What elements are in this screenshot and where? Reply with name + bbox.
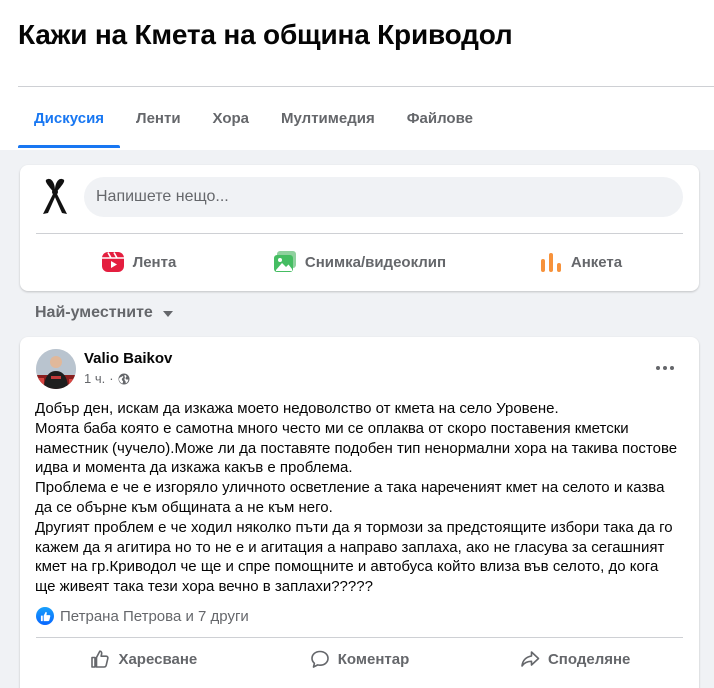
globe-icon[interactable] [118, 373, 130, 385]
share-arrow-icon [521, 651, 540, 667]
sort-label: Най-уместните [35, 304, 153, 321]
post-options-button[interactable] [647, 353, 683, 383]
header-divider [18, 86, 714, 87]
photo-video-label: Снимка/видеоклип [304, 253, 447, 271]
poll-label: Анкета [570, 253, 623, 271]
sort-dropdown[interactable]: Най-уместните [35, 304, 173, 322]
author-avatar[interactable] [36, 349, 76, 389]
meta-separator: · [109, 371, 114, 386]
reel-button[interactable]: Лента [28, 241, 249, 283]
photo-video-icon [273, 251, 296, 272]
post-line: идва и момента да изкажа какъв е проблем… [35, 459, 353, 477]
post-actions: Харесване Коментар Споделяне [36, 643, 683, 675]
reel-icon [101, 252, 124, 272]
post-line: Добър ден, искам да изкажа моето недовол… [35, 400, 559, 417]
post-divider [36, 637, 683, 638]
post-time[interactable]: 1 ч. [84, 371, 105, 386]
mourning-ribbon-icon [43, 178, 67, 214]
like-label: Харесване [118, 650, 198, 668]
post-meta: 1 ч. · [84, 371, 130, 386]
post-line: ще живеят така тези хора вечно в заплахи… [35, 578, 373, 596]
post-line: Проблема е че е изгоряло уличното осветл… [35, 479, 665, 497]
post-author[interactable]: Valio Baikov [84, 350, 172, 367]
comment-icon [310, 650, 329, 668]
tab-files[interactable]: Файлове [391, 88, 489, 148]
post-line: кмет на гр.Криводол че ще и спре помощни… [35, 558, 659, 576]
more-dot-icon [656, 366, 660, 370]
post-composer: Напишете нещо... Лента Снимка/видеоклип [20, 165, 699, 291]
tab-media[interactable]: Мултимедия [265, 88, 391, 148]
group-title[interactable]: Кажи на Кмета на община Криводол [18, 19, 513, 51]
post-line: Моята баба която е самотна много често м… [35, 419, 629, 437]
tab-people[interactable]: Хора [197, 88, 265, 148]
group-tabs: Дискусия Ленти Хора Мултимедия Файлове [18, 88, 489, 148]
thumbs-up-icon [91, 650, 110, 668]
post-card: Valio Baikov 1 ч. · Добър ден, искам да … [20, 337, 699, 688]
comment-button[interactable]: Коментар [252, 643, 468, 675]
like-button[interactable]: Харесване [36, 643, 252, 675]
more-dot-icon [670, 366, 674, 370]
share-button[interactable]: Споделяне [467, 643, 683, 675]
composer-actions: Лента Снимка/видеоклип Анкета [28, 241, 691, 283]
post-line: кажем да я агитира но то не е и агитация… [35, 538, 665, 556]
poll-icon [540, 253, 561, 272]
composer-input[interactable]: Напишете нещо... [84, 177, 683, 217]
comment-label: Коментар [337, 650, 410, 668]
tab-reels[interactable]: Ленти [120, 88, 197, 148]
share-label: Споделяне [547, 650, 631, 668]
photo-video-button[interactable]: Снимка/видеоклип [249, 241, 470, 283]
tab-discussion[interactable]: Дискусия [18, 88, 121, 148]
group-header: Кажи на Кмета на община Криводол Дискуси… [0, 0, 714, 150]
reel-label: Лента [132, 253, 177, 271]
person-photo [36, 349, 76, 389]
post-body: Добър ден, искам да изкажа моето недовол… [35, 399, 685, 597]
composer-divider [36, 233, 683, 234]
post-line: Другият проблем е че ходил няколко пъти … [35, 518, 673, 536]
post-line: да се обърне към общината а не към него. [35, 498, 333, 516]
reactions-text: Петрана Петрова и 7 други [60, 607, 249, 625]
post-line: наместник (чучело).Може ли да поставяте … [35, 439, 678, 457]
reactions-summary[interactable]: Петрана Петрова и 7 други [36, 607, 249, 625]
like-reaction-icon [36, 607, 54, 625]
caret-down-icon [162, 310, 173, 317]
more-dot-icon [663, 366, 667, 370]
poll-button[interactable]: Анкета [470, 241, 691, 283]
user-avatar[interactable] [35, 177, 75, 217]
